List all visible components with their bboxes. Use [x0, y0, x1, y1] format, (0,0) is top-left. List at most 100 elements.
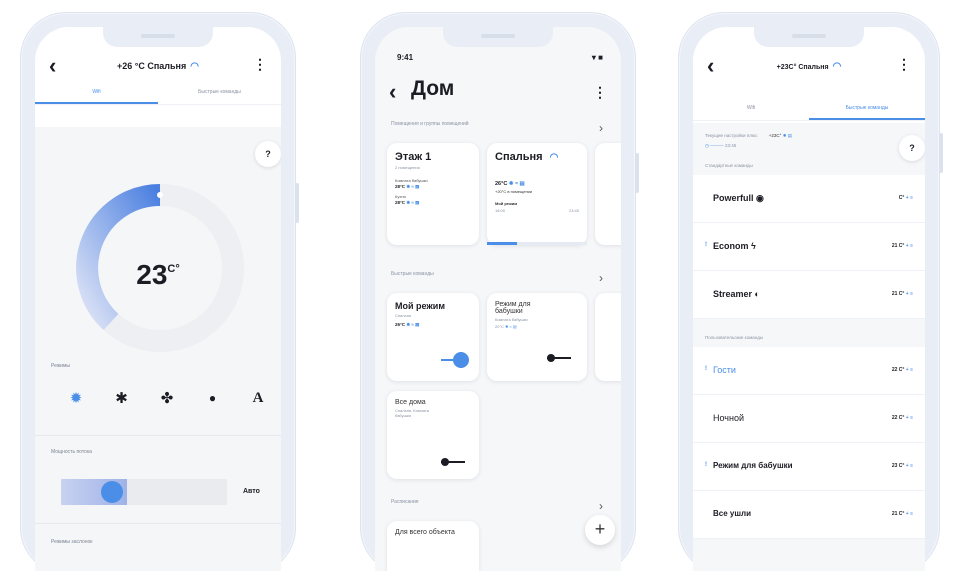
- granny-mode-card[interactable]: Режим для бабушки Комната бабушки 20°С ✹…: [487, 293, 587, 381]
- alert-mark: !: [705, 366, 707, 372]
- floor-sub: 2 помещения: [395, 165, 420, 170]
- current-settings: Текущие настройки плюс +23C° ✹ ▤: [705, 133, 792, 139]
- more-icon[interactable]: ⋮: [593, 85, 607, 99]
- my-mode-card[interactable]: Мой режим Спальня 26°С ✹ ≈ ▤: [387, 293, 479, 381]
- power-value: Авто: [243, 488, 260, 495]
- page-title: +23C° Спальня ◠: [753, 61, 865, 72]
- command-row-granny[interactable]: ! Режим для бабушки 23 C° + ≡: [693, 443, 925, 491]
- bedroom-mode: Мой режим: [495, 201, 518, 206]
- command-name: Streamer ◐: [713, 289, 760, 299]
- granny-mode-title: Режим для бабушки: [495, 301, 531, 315]
- object-schedule-card[interactable]: Для всего объекта: [387, 521, 479, 571]
- side-button: [939, 133, 943, 173]
- my-mode-toggle[interactable]: [441, 352, 469, 368]
- custom-commands-label: Пользовательские команды: [705, 335, 764, 340]
- thermostat-screen: ‹ +26 °C Спальня ◠ ⋮ Wifi Быстрые команды…: [35, 27, 281, 571]
- side-button: [295, 183, 299, 223]
- rooms-section-header[interactable]: Помещения и группы помещений ›: [391, 121, 603, 135]
- back-icon[interactable]: ‹: [707, 55, 714, 77]
- next-room-card[interactable]: [595, 143, 621, 245]
- command-name: Гости: [713, 365, 736, 375]
- snowflake-icon[interactable]: ✱: [109, 389, 135, 407]
- command-name: Ночной: [713, 413, 744, 423]
- phone-commands: ‹ +23C° Спальня ◠ ⋮ Wifi Быстрые команды …: [678, 12, 943, 571]
- power-slider[interactable]: [61, 479, 227, 505]
- room-title: +26 °C Спальня: [117, 61, 187, 71]
- bolt-icon: ϟ: [751, 241, 756, 251]
- command-row-guests[interactable]: ! Гости 22 C° + ≡: [693, 347, 925, 395]
- my-mode-title: Мой режим: [395, 301, 445, 311]
- command-row-away[interactable]: Все ушли 21 C° + ≡: [693, 491, 925, 539]
- all-home-card[interactable]: Все дома Спальня, Комната бабушки: [387, 391, 479, 479]
- page-title: +26 °C Спальня ◠: [95, 61, 221, 72]
- notch: [443, 27, 553, 47]
- drop-icon[interactable]: ●: [200, 391, 226, 405]
- tab-wifi[interactable]: Wifi: [693, 99, 809, 120]
- more-icon[interactable]: ⋮: [897, 57, 911, 71]
- standard-commands-label: Стандартные команды: [705, 163, 753, 168]
- command-row-night[interactable]: Ночной 22 C° + ≡: [693, 395, 925, 443]
- page-title: Дом: [411, 77, 455, 100]
- room1-temp: 28°С ✹ ≈ ▤: [395, 184, 420, 189]
- bedroom-title: Спальня ◠: [495, 151, 559, 163]
- wifi-icon: ◠: [190, 61, 199, 72]
- command-value: 22 C° + ≡: [891, 415, 913, 421]
- sun-icon[interactable]: ✹: [63, 389, 89, 407]
- granny-mode-sub: Комната бабушки: [495, 317, 528, 322]
- command-row-powerfull[interactable]: Powerfull ◉ C° + ≡: [693, 175, 925, 223]
- command-name: Powerfull ◉: [713, 193, 764, 203]
- power-icon: ◉: [756, 193, 764, 203]
- alert-mark: !: [705, 462, 707, 468]
- command-row-streamer[interactable]: Streamer ◐ 21 C° + ≡: [693, 271, 925, 319]
- notch: [754, 27, 864, 47]
- room-title: +23C° Спальня: [776, 64, 829, 71]
- status-icons: ▾ ■: [591, 53, 603, 62]
- back-icon[interactable]: ‹: [49, 55, 56, 77]
- granny-mode-toggle[interactable]: [547, 354, 571, 362]
- all-home-sub: Спальня, Комната бабушки: [395, 408, 429, 418]
- quick-section-header[interactable]: Быстрые команды ›: [391, 271, 603, 285]
- bedroom-card[interactable]: Спальня ◠ 26°С ✹ ≈ ▤ +20°С в помещении М…: [487, 143, 587, 245]
- fan-icon[interactable]: ✤: [154, 389, 180, 407]
- auto-icon[interactable]: A: [245, 390, 271, 407]
- all-home-toggle[interactable]: [441, 458, 465, 466]
- temperature-readout: 23C°: [35, 259, 281, 291]
- object-schedule-title: Для всего объекта: [395, 529, 455, 536]
- divider: [35, 523, 281, 524]
- home-screen: 9:41 ▾ ■ ‹ Дом ⋮ Помещения и группы поме…: [375, 27, 621, 571]
- more-icon[interactable]: ⋮: [253, 57, 267, 71]
- current-time: 23:45: [724, 143, 737, 148]
- tab-wifi[interactable]: Wifi: [35, 83, 158, 104]
- chevron-right-icon: ›: [599, 499, 603, 513]
- phone-thermostat: ‹ +26 °C Спальня ◠ ⋮ Wifi Быстрые команды…: [20, 12, 299, 571]
- wifi-icon: ◠: [832, 61, 842, 72]
- temperature-value: 23: [136, 259, 168, 290]
- power-slider-knob[interactable]: [101, 481, 123, 503]
- room2-name: Кухня: [395, 194, 406, 199]
- schedule-section-header[interactable]: Расписания ›: [391, 499, 603, 513]
- chevron-right-icon: ›: [599, 271, 603, 285]
- current-temp: +23C°: [768, 133, 782, 138]
- floor-card[interactable]: Этаж 1 2 помещения Комната бабушки 28°С …: [387, 143, 479, 245]
- command-name: Econom ϟ: [713, 241, 756, 251]
- bedroom-progress-fill: [487, 242, 517, 245]
- add-button[interactable]: +: [585, 515, 615, 545]
- status-time: 9:41: [397, 53, 414, 62]
- command-row-econom[interactable]: ! Econom ϟ 21 C° + ≡: [693, 223, 925, 271]
- tab-bar: Wifi Быстрые команды: [693, 99, 925, 121]
- back-icon[interactable]: ‹: [389, 81, 396, 103]
- tab-quick-commands[interactable]: Быстрые команды: [809, 99, 925, 120]
- mode-selector: ✹ ✱ ✤ ● A: [63, 389, 271, 408]
- tab-quick-commands[interactable]: Быстрые команды: [158, 83, 281, 104]
- louvre-label: Режимы заслонок: [51, 539, 93, 545]
- all-home-toggle-knob: [441, 458, 449, 466]
- granny-mode-temp: 20°С ✹ ≈ ▤: [495, 324, 517, 329]
- bedroom-mode-times: 18:00 23:45: [495, 208, 579, 213]
- side-button: [635, 153, 639, 193]
- temperature-unit: C°: [167, 263, 180, 275]
- help-button[interactable]: ?: [255, 141, 281, 167]
- floor-title: Этаж 1: [395, 151, 432, 163]
- divider: [35, 435, 281, 436]
- next-command-card[interactable]: [595, 293, 621, 381]
- help-button[interactable]: ?: [899, 135, 925, 161]
